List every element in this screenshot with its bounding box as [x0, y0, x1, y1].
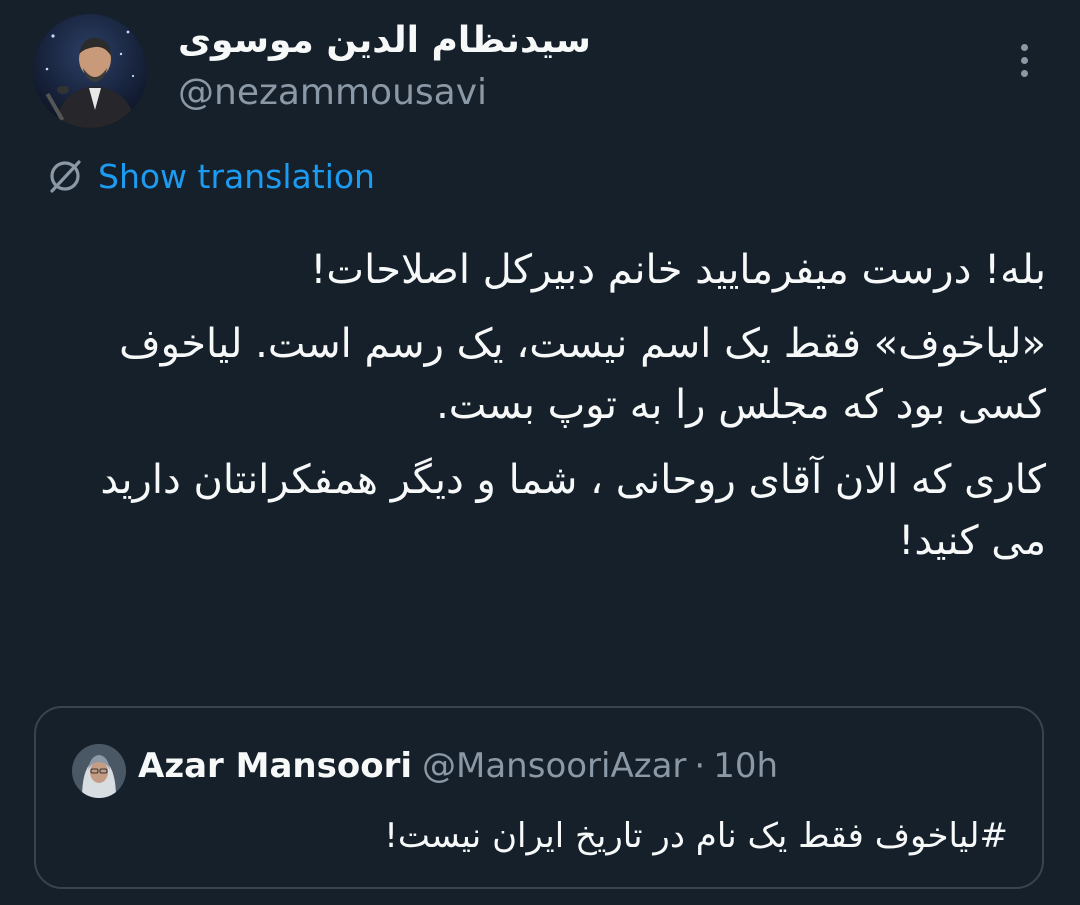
author-avatar[interactable]	[33, 14, 147, 128]
quoted-tweet-time[interactable]: 10h	[713, 746, 778, 786]
tweet-text: بله! درست میفرمایید خانم دبیرکل اصلاحات!…	[40, 240, 1046, 572]
tweet-paragraph: کاری که الان آقای روحانی ، شما و دیگر هم…	[100, 457, 1046, 564]
tweet-paragraph: بله! درست میفرمایید خانم دبیرکل اصلاحات!	[310, 247, 1046, 293]
author-photo-icon	[33, 14, 147, 128]
more-options-button[interactable]	[1004, 40, 1044, 80]
quoted-author-name[interactable]: Azar Mansoori	[138, 746, 412, 786]
quoted-author-handle[interactable]: @MansooriAzar	[422, 746, 686, 786]
show-translation-label: Show translation	[98, 156, 375, 196]
quoted-tweet[interactable]: Azar Mansoori @MansooriAzar · 10h #لیاخو…	[34, 706, 1044, 889]
author-display-name[interactable]: سیدنظام الدین موسوی	[178, 20, 591, 61]
show-translation-button[interactable]: Show translation	[46, 152, 375, 200]
author-handle[interactable]: @nezammousavi	[178, 72, 487, 113]
more-dots-icon	[1020, 43, 1028, 51]
header-separator: ·	[694, 746, 706, 786]
tweet-paragraph: «لیاخوف» فقط یک اسم نیست، یک رسم است. لی…	[119, 321, 1046, 428]
quoted-author-photo-icon	[72, 744, 126, 798]
quoted-tweet-text: #لیاخوف فقط یک نام در تاریخ ایران نیست!	[384, 816, 1008, 856]
quoted-tweet-header: Azar Mansoori @MansooriAzar · 10h	[138, 746, 778, 786]
quoted-author-avatar[interactable]	[72, 744, 126, 798]
globe-translate-icon	[46, 157, 84, 195]
tweet-card: سیدنظام الدین موسوی @nezammousavi Show t…	[0, 0, 1080, 905]
